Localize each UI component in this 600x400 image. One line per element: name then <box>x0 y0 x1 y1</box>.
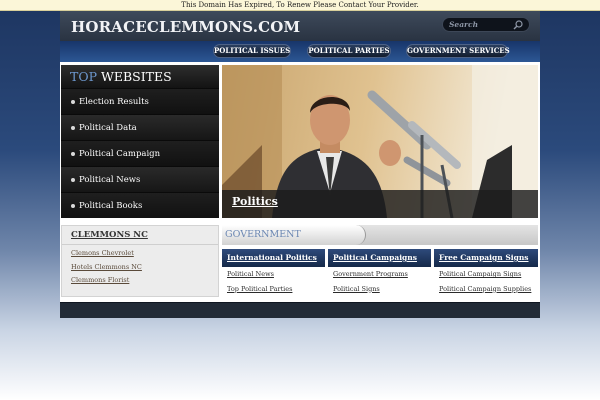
column-title[interactable]: Political Campaigns <box>328 249 431 267</box>
bullet-icon <box>71 99 75 104</box>
hero-caption-link[interactable]: Politics <box>232 195 278 208</box>
main-nav: POLITICAL ISSUES POLITICAL PARTIES GOVER… <box>60 41 540 62</box>
column-link[interactable]: Political Signs <box>328 282 431 297</box>
sidebar-item-political-books[interactable]: Political Books <box>61 192 219 218</box>
site-header: HORACECLEMMONS.COM Search POLITICAL ISSU… <box>60 11 540 62</box>
sidebar-item-political-campaign[interactable]: Political Campaign <box>61 140 219 166</box>
page-container: HORACECLEMMONS.COM Search POLITICAL ISSU… <box>60 11 540 318</box>
column-link[interactable]: Political Campaign Signs <box>434 267 538 282</box>
column-link[interactable]: Political News <box>222 267 325 282</box>
column-free-campaign-signs: Free Campaign Signs Political Campaign S… <box>434 249 538 296</box>
domain-expired-notice: This Domain Has Expired, To Renew Please… <box>0 0 600 11</box>
site-logo[interactable]: HORACECLEMMONS.COM <box>71 18 300 36</box>
column-link[interactable]: Top Political Parties <box>222 282 325 297</box>
search-box[interactable]: Search <box>442 17 530 32</box>
nav-political-parties[interactable]: POLITICAL PARTIES <box>307 44 391 58</box>
bullet-icon <box>71 203 75 208</box>
bullet-icon <box>71 177 75 182</box>
government-title: GOVERNMENT <box>222 225 366 245</box>
column-title[interactable]: International Politics <box>222 249 325 267</box>
sidebar-item-election-results[interactable]: Election Results <box>61 88 219 114</box>
column-title[interactable]: Free Campaign Signs <box>434 249 538 267</box>
clemmons-nc-title[interactable]: CLEMMONS NC <box>62 226 218 245</box>
hero-caption: Politics <box>222 190 538 218</box>
link-clemmons-florist[interactable]: Clemmons Florist <box>62 274 218 288</box>
column-link[interactable]: Political Campaign Supplies <box>434 282 538 297</box>
hero-banner[interactable]: Politics <box>222 65 538 218</box>
nav-political-issues[interactable]: POLITICAL ISSUES <box>213 44 291 58</box>
search-input[interactable]: Search <box>449 20 478 29</box>
sidebar-item-political-news[interactable]: Political News <box>61 166 219 192</box>
bullet-icon <box>71 125 75 130</box>
column-political-campaigns: Political Campaigns Government Programs … <box>328 249 431 296</box>
column-link[interactable]: Government Programs <box>328 267 431 282</box>
clemmons-nc-box: CLEMMONS NC Clemons Chevrolet Hotels Cle… <box>61 225 219 297</box>
sidebar-title: TOP WEBSITES <box>61 65 219 88</box>
government-section-header: GOVERNMENT <box>222 225 538 245</box>
search-icon[interactable] <box>513 20 523 30</box>
nav-government-services[interactable]: GOVERNMENT SERVICES <box>406 44 510 58</box>
bullet-icon <box>71 151 75 156</box>
sidebar-item-political-data[interactable]: Political Data <box>61 114 219 140</box>
link-clemons-chevrolet[interactable]: Clemons Chevrolet <box>62 247 218 261</box>
column-international-politics: International Politics Political News To… <box>222 249 325 296</box>
link-hotels-clemmons-nc[interactable]: Hotels Clemmons NC <box>62 261 218 275</box>
top-websites-sidebar: TOP WEBSITES Election Results Political … <box>61 65 219 218</box>
site-footer <box>60 302 540 318</box>
